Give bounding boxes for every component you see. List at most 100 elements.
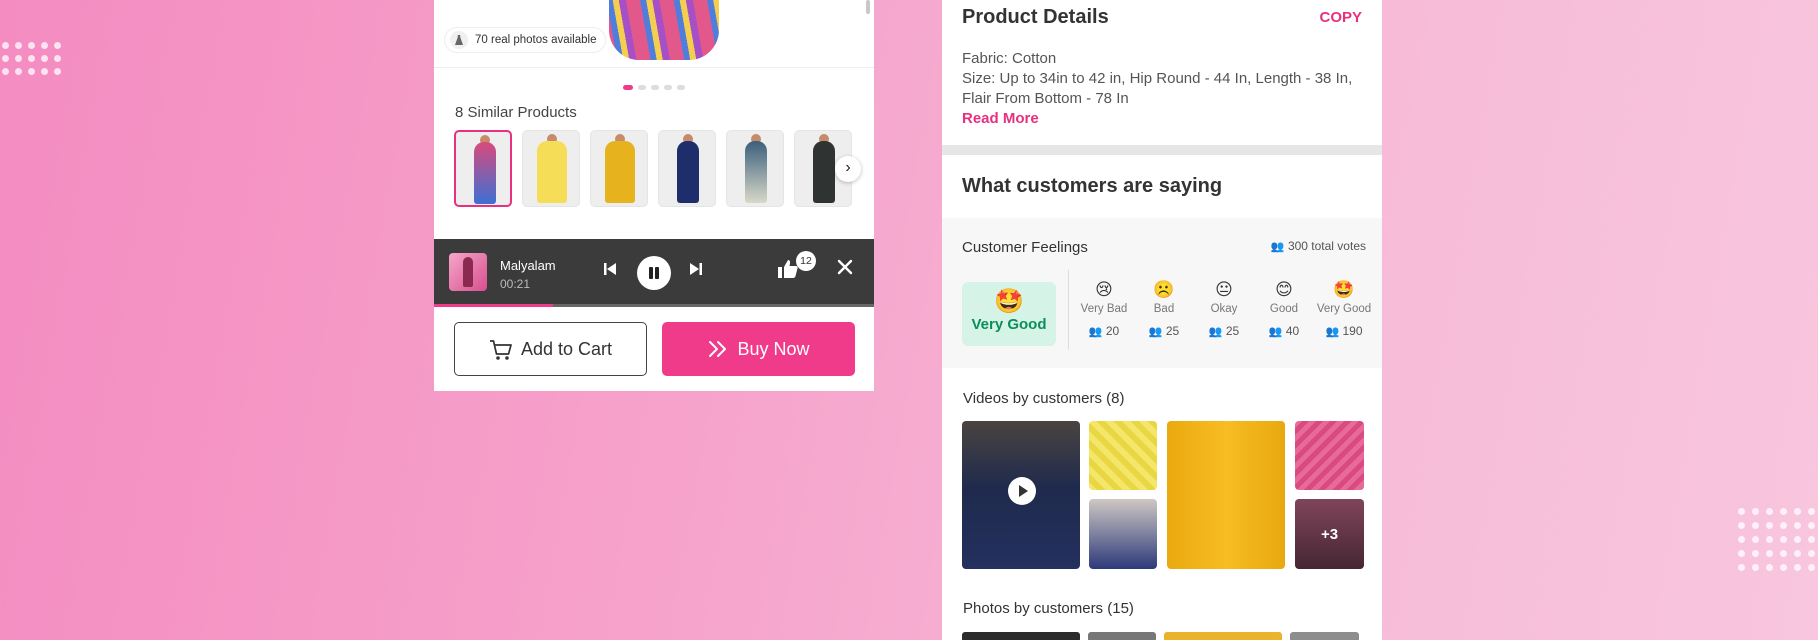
playback-progress-fill <box>434 304 553 307</box>
similar-products-list: › <box>434 130 874 207</box>
purchase-actions: Add to Cart Buy Now <box>454 322 855 376</box>
similar-product-thumb[interactable] <box>454 130 512 207</box>
rating-count: 190 <box>1342 324 1363 338</box>
people-icon: 👥 <box>1208 326 1223 338</box>
rating-very-bad: 😢 Very Bad 👥 20 <box>1074 280 1134 338</box>
customer-feelings-panel: Customer Feelings 👥 300 total votes 🤩 Ve… <box>942 218 1382 368</box>
real-photos-label: 70 real photos available <box>475 34 597 46</box>
next-track-icon[interactable] <box>688 261 704 282</box>
people-icon: 👥 <box>1268 326 1283 338</box>
copy-button[interactable]: COPY <box>1319 6 1362 40</box>
pager-dot[interactable] <box>651 84 659 90</box>
people-icon: 👥 <box>1325 326 1340 338</box>
music-player: Malyalam 00:21 12 <box>434 239 874 307</box>
pager-dot[interactable] <box>638 84 646 90</box>
customer-photos-strip <box>962 632 1359 640</box>
customer-video[interactable] <box>1089 421 1157 490</box>
product-description: Fabric: Cotton Size: Up to 34in to 42 in… <box>942 40 1382 129</box>
rating-label: Okay <box>1210 303 1238 315</box>
playback-progress[interactable] <box>434 304 874 307</box>
smiling-emoji-icon: 😊 <box>1275 280 1293 299</box>
track-time: 00:21 <box>500 277 531 291</box>
top-feeling-label: Very Good <box>971 316 1047 333</box>
top-feeling-card: 🤩 Very Good <box>962 282 1056 346</box>
rating-count: 25 <box>1165 324 1180 338</box>
customer-video[interactable] <box>1295 421 1364 490</box>
customer-photo[interactable] <box>1088 632 1156 640</box>
similar-product-thumb[interactable] <box>726 130 784 207</box>
add-to-cart-button[interactable]: Add to Cart <box>454 322 647 376</box>
divider <box>1068 270 1069 350</box>
customer-video[interactable] <box>1089 499 1157 569</box>
star-struck-emoji-icon: 🤩 <box>994 288 1024 315</box>
more-videos-tile[interactable]: +3 <box>1295 499 1364 569</box>
rating-label: Very Bad <box>1080 303 1128 315</box>
pause-icon[interactable] <box>637 256 671 290</box>
next-arrow-icon[interactable]: › <box>835 156 861 182</box>
rating-good: 😊 Good 👥 40 <box>1254 280 1314 338</box>
section-divider <box>942 145 1382 155</box>
buy-now-label: Buy Now <box>737 338 810 359</box>
customer-videos-grid: +3 <box>962 421 1364 569</box>
rating-count: 20 <box>1105 324 1120 338</box>
add-to-cart-label: Add to Cart <box>520 338 613 359</box>
cart-icon <box>489 339 513 360</box>
similar-product-thumb[interactable] <box>658 130 716 207</box>
similar-product-thumb[interactable] <box>590 130 648 207</box>
rating-label: Very Good <box>1316 303 1372 315</box>
similar-product-thumb[interactable] <box>522 130 580 207</box>
similar-products-title: 8 Similar Products <box>455 104 577 121</box>
product-screen: 70 real photos available 8 Similar Produ… <box>434 0 874 391</box>
rating-label: Bad <box>1153 303 1175 315</box>
buy-now-button[interactable]: Buy Now <box>662 322 855 376</box>
crying-emoji-icon: 😢 <box>1095 280 1113 299</box>
customer-photo[interactable] <box>962 632 1080 640</box>
rating-very-good: 🤩 Very Good 👥 190 <box>1314 280 1374 338</box>
rating-bad: ☹️ Bad 👥 25 <box>1134 280 1194 338</box>
scrollbar[interactable] <box>866 0 870 14</box>
more-videos-count: +3 <box>1295 499 1364 569</box>
customer-photo[interactable] <box>1164 632 1282 640</box>
customer-video[interactable] <box>1167 421 1285 569</box>
product-details-screen: Product Details COPY Fabric: Cotton Size… <box>942 0 1382 640</box>
customer-reviews-title: What customers are saying <box>962 175 1223 197</box>
star-struck-emoji-icon: 🤩 <box>1333 280 1355 299</box>
read-more-link[interactable]: Read More <box>962 109 1362 129</box>
feeling-ratings: 😢 Very Bad 👥 20 ☹️ Bad 👥 25 😐 Okay 👥 25 … <box>1074 280 1374 338</box>
real-photos-badge[interactable]: 70 real photos available <box>444 27 607 53</box>
people-icon: 👥 <box>1088 326 1103 338</box>
track-artwork <box>449 253 487 291</box>
product-details-header: Product Details COPY <box>942 0 1382 40</box>
customer-video[interactable] <box>962 421 1080 569</box>
total-votes: 👥 300 total votes <box>1271 239 1366 253</box>
rating-count: 40 <box>1285 324 1300 338</box>
pager-dot[interactable] <box>677 84 685 90</box>
customer-photos-title: Photos by customers (15) <box>963 600 1134 617</box>
pager-dot[interactable] <box>623 84 633 90</box>
people-icon: 👥 <box>1270 241 1285 253</box>
close-icon[interactable] <box>836 256 854 282</box>
decorative-dots-right <box>1738 508 1818 571</box>
rating-label: Good <box>1269 303 1299 315</box>
size-text: Size: Up to 34in to 42 in, Hip Round - 4… <box>962 70 1353 107</box>
rating-count: 25 <box>1225 324 1240 338</box>
customer-feelings-title: Customer Feelings <box>962 239 1088 256</box>
fabric-text: Fabric: Cotton <box>962 50 1057 67</box>
people-icon: 👥 <box>1148 326 1163 338</box>
track-name: Malyalam <box>500 258 556 273</box>
like-count-badge: 12 <box>796 251 816 271</box>
customer-photo[interactable] <box>1290 632 1359 640</box>
product-details-title: Product Details <box>962 6 1109 28</box>
carousel-pager <box>434 68 874 94</box>
neutral-emoji-icon: 😐 <box>1215 280 1233 299</box>
product-image <box>609 0 719 60</box>
frowning-emoji-icon: ☹️ <box>1153 280 1175 299</box>
dress-icon <box>450 31 468 49</box>
rating-okay: 😐 Okay 👥 25 <box>1194 280 1254 338</box>
play-icon <box>1008 477 1036 505</box>
customer-videos-title: Videos by customers (8) <box>963 390 1125 407</box>
previous-track-icon[interactable] <box>602 261 618 282</box>
pager-dot[interactable] <box>664 84 672 90</box>
double-chevron-right-icon <box>707 340 729 358</box>
product-image-carousel[interactable]: 70 real photos available <box>434 0 874 68</box>
